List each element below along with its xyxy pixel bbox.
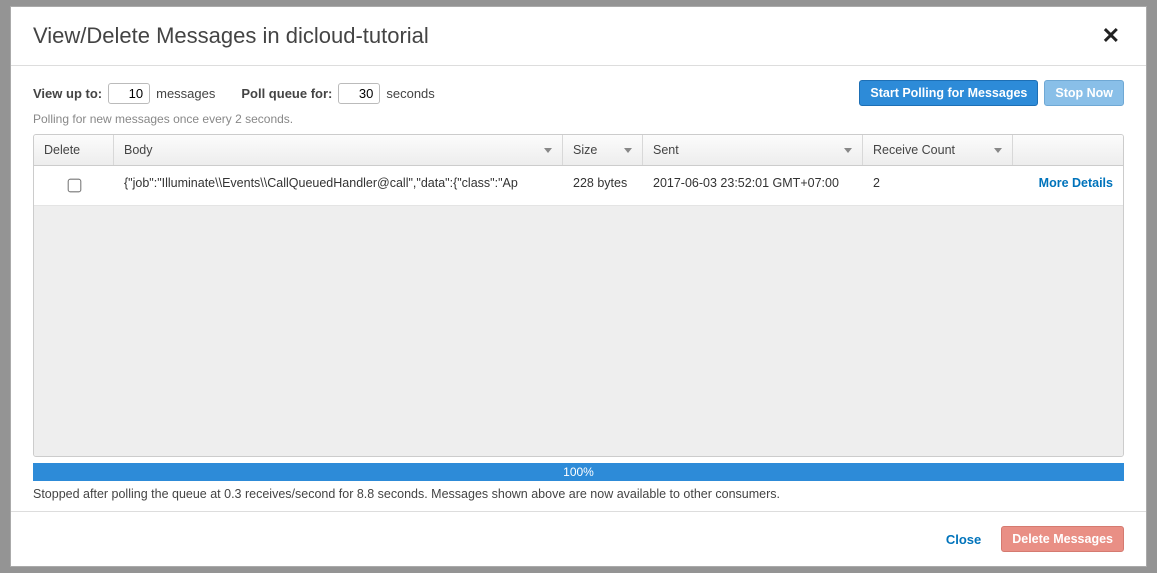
chevron-down-icon <box>624 148 632 153</box>
col-sent-label: Sent <box>653 143 679 157</box>
controls-left: View up to: messages Poll queue for: sec… <box>33 83 435 104</box>
stop-now-button[interactable]: Stop Now <box>1044 80 1124 106</box>
col-delete[interactable]: Delete <box>34 135 114 165</box>
row-delete-checkbox[interactable] <box>68 179 82 193</box>
row-receive-count-cell: 2 <box>863 166 1013 205</box>
controls-row: View up to: messages Poll queue for: sec… <box>33 80 1124 106</box>
row-body-cell: {"job":"Illuminate\\Events\\CallQueuedHa… <box>114 166 563 205</box>
col-size-label: Size <box>573 143 597 157</box>
close-icon[interactable]: ✕ <box>1098 23 1124 49</box>
controls-right: Start Polling for Messages Stop Now <box>859 80 1124 106</box>
chevron-down-icon <box>994 148 1002 153</box>
col-body-label: Body <box>124 143 153 157</box>
col-delete-label: Delete <box>44 143 80 157</box>
messages-grid: Delete Body Size Sent Receive Count <box>33 134 1124 457</box>
seconds-unit: seconds <box>386 86 434 101</box>
messages-unit: messages <box>156 86 215 101</box>
chevron-down-icon <box>844 148 852 153</box>
col-size[interactable]: Size <box>563 135 643 165</box>
row-more-details-link[interactable]: More Details <box>1013 166 1123 205</box>
grid-header: Delete Body Size Sent Receive Count <box>34 135 1123 166</box>
progress-bar: 100% <box>33 463 1124 481</box>
delete-messages-button[interactable]: Delete Messages <box>1001 526 1124 552</box>
col-body[interactable]: Body <box>114 135 563 165</box>
close-button[interactable]: Close <box>936 527 991 552</box>
modal-body: View up to: messages Poll queue for: sec… <box>11 66 1146 511</box>
polling-hint: Polling for new messages once every 2 se… <box>33 112 1124 126</box>
col-sent[interactable]: Sent <box>643 135 863 165</box>
row-delete-cell <box>34 166 114 205</box>
poll-queue-input[interactable] <box>338 83 380 104</box>
view-up-to-input[interactable] <box>108 83 150 104</box>
modal-footer: Close Delete Messages <box>11 511 1146 566</box>
row-sent-cell: 2017-06-03 23:52:01 GMT+07:00 <box>643 166 863 205</box>
table-row: {"job":"Illuminate\\Events\\CallQueuedHa… <box>34 166 1123 206</box>
col-receive-count[interactable]: Receive Count <box>863 135 1013 165</box>
modal-dialog: View/Delete Messages in dicloud-tutorial… <box>10 6 1147 567</box>
view-up-to-label: View up to: <box>33 86 102 101</box>
col-receive-count-label: Receive Count <box>873 143 955 157</box>
start-polling-button[interactable]: Start Polling for Messages <box>859 80 1038 106</box>
status-text: Stopped after polling the queue at 0.3 r… <box>33 487 1124 501</box>
chevron-down-icon <box>544 148 552 153</box>
modal-title: View/Delete Messages in dicloud-tutorial <box>33 23 429 49</box>
modal-header: View/Delete Messages in dicloud-tutorial… <box>11 7 1146 66</box>
poll-queue-label: Poll queue for: <box>241 86 332 101</box>
col-actions <box>1013 135 1123 165</box>
progress-wrap: 100% <box>33 463 1124 481</box>
row-size-cell: 228 bytes <box>563 166 643 205</box>
grid-body: {"job":"Illuminate\\Events\\CallQueuedHa… <box>34 166 1123 456</box>
